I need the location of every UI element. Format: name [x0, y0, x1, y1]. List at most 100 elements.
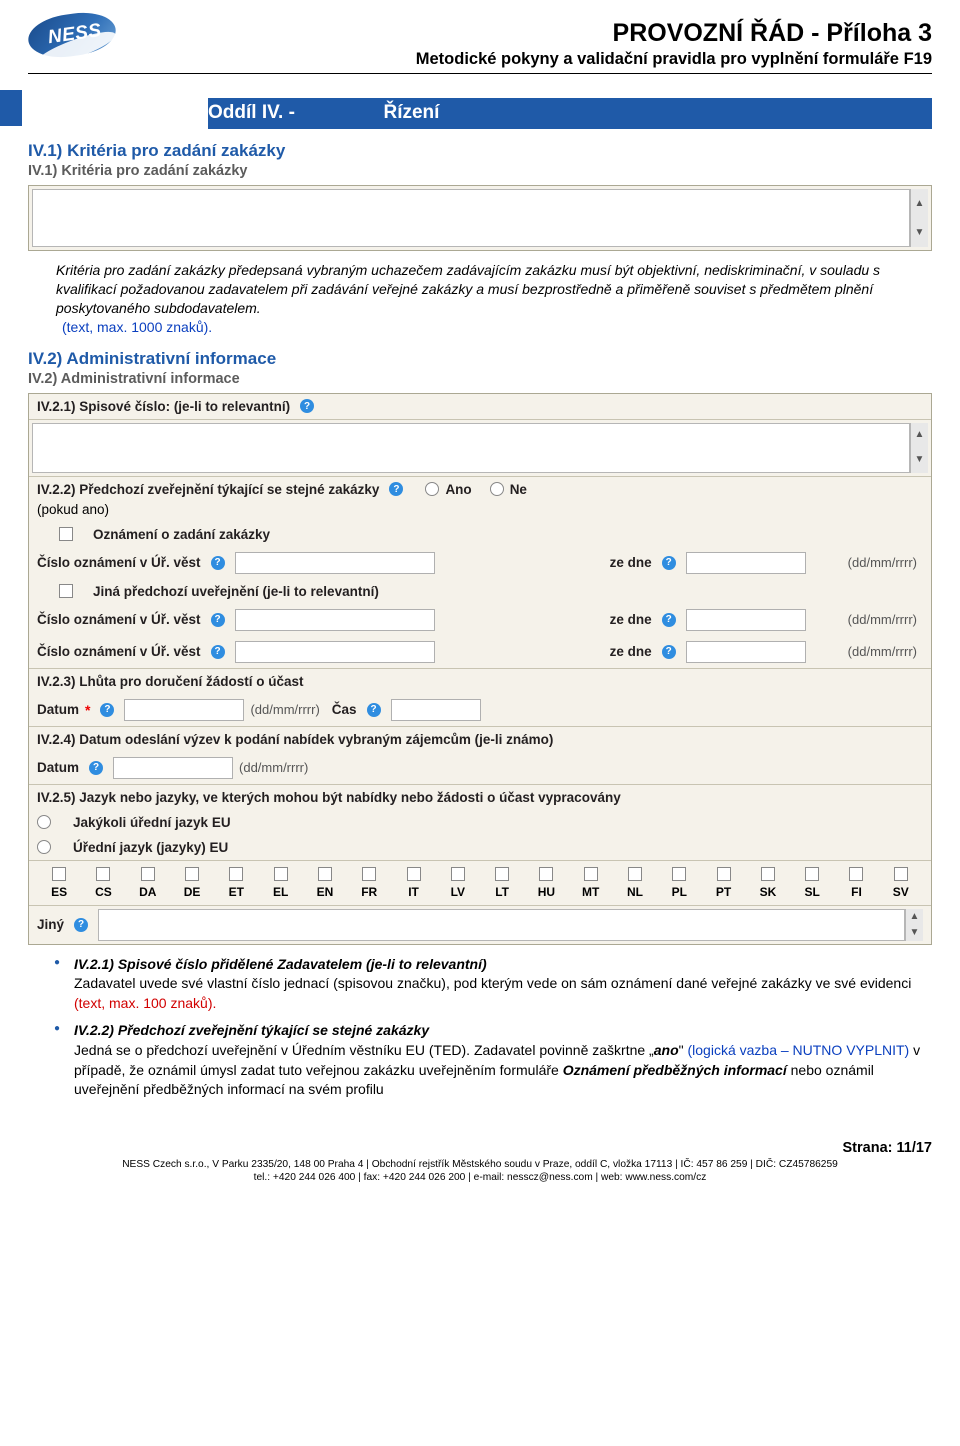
help-icon[interactable]: ?	[662, 645, 676, 659]
lang-cell-lt: LT	[480, 867, 524, 899]
help-icon[interactable]: ?	[100, 703, 114, 717]
lang-label: NL	[627, 885, 643, 899]
lang-chk-it[interactable]	[407, 867, 421, 881]
hint-ddmm5: (dd/mm/rrrr)	[239, 760, 308, 775]
lang-cell-en: EN	[303, 867, 347, 899]
lbl-datum1: Datum	[37, 702, 79, 717]
lbl-iv224: IV.2.4) Datum odeslání výzev k podání na…	[37, 732, 553, 747]
help-icon[interactable]: ?	[211, 613, 225, 627]
lang-chk-el[interactable]	[274, 867, 288, 881]
lang-chk-de[interactable]	[185, 867, 199, 881]
lang-label: ES	[51, 885, 67, 899]
input-datum2[interactable]	[113, 757, 233, 779]
lang-label: SV	[893, 885, 909, 899]
lbl-zedne2: ze dne	[610, 612, 652, 627]
lang-cell-hu: HU	[524, 867, 568, 899]
help-icon[interactable]: ?	[211, 645, 225, 659]
lang-chk-lt[interactable]	[495, 867, 509, 881]
help-icon[interactable]: ?	[89, 761, 103, 775]
lang-chk-da[interactable]	[141, 867, 155, 881]
iv1-textarea[interactable]	[32, 189, 910, 247]
scroll-down-icon[interactable]: ▼	[911, 218, 928, 247]
lang-label: ET	[229, 885, 244, 899]
input-zedne1[interactable]	[686, 552, 806, 574]
help-icon[interactable]: ?	[389, 482, 403, 496]
chk-jina[interactable]	[59, 584, 73, 598]
help-icon[interactable]: ?	[74, 918, 88, 932]
grey-iv1: IV.1) Kritéria pro zadání zakázky	[28, 163, 932, 179]
lang-cell-el: EL	[258, 867, 302, 899]
lang-chk-pl[interactable]	[672, 867, 686, 881]
lang-chk-mt[interactable]	[584, 867, 598, 881]
banner-right: Řízení	[383, 102, 439, 123]
header-title: PROVOZNÍ ŘÁD - Příloha 3	[28, 18, 932, 48]
scroll-up-icon[interactable]: ▲	[906, 909, 923, 925]
lang-cell-pl: PL	[657, 867, 701, 899]
banner-left: Oddíl IV. -	[208, 102, 295, 123]
chk-ozn[interactable]	[59, 527, 73, 541]
lang-chk-sl[interactable]	[805, 867, 819, 881]
lang-label: LV	[451, 885, 465, 899]
input-cislo1[interactable]	[235, 552, 435, 574]
scroll-up-icon[interactable]: ▲	[911, 423, 928, 448]
lbl-iv221: IV.2.1) Spisové číslo: (je-li to relevan…	[37, 399, 290, 414]
scroll-down-icon[interactable]: ▼	[906, 925, 923, 941]
lang-label: SL	[805, 885, 820, 899]
lang-chk-hu[interactable]	[539, 867, 553, 881]
lang-cell-lv: LV	[436, 867, 480, 899]
lang-label: MT	[582, 885, 599, 899]
lang-chk-es[interactable]	[52, 867, 66, 881]
lang-chk-fi[interactable]	[849, 867, 863, 881]
lang-label: IT	[408, 885, 419, 899]
input-cislo2[interactable]	[235, 609, 435, 631]
lang-chk-nl[interactable]	[628, 867, 642, 881]
lbl-iv225: IV.2.5) Jazyk nebo jazyky, ve kterých mo…	[37, 790, 621, 805]
help-icon[interactable]: ?	[211, 556, 225, 570]
lang-chk-lv[interactable]	[451, 867, 465, 881]
lang-chk-sv[interactable]	[894, 867, 908, 881]
radio-lang-eu[interactable]	[37, 840, 51, 854]
radio-ano[interactable]	[425, 482, 439, 496]
help-icon[interactable]: ?	[662, 556, 676, 570]
input-zedne3[interactable]	[686, 641, 806, 663]
iv221-textarea[interactable]	[32, 423, 910, 473]
lang-chk-en[interactable]	[318, 867, 332, 881]
scroll-down-icon[interactable]: ▼	[911, 448, 928, 473]
lang-chk-sk[interactable]	[761, 867, 775, 881]
help-icon[interactable]: ?	[300, 399, 314, 413]
lang-chk-pt[interactable]	[717, 867, 731, 881]
lang-cell-nl: NL	[613, 867, 657, 899]
lbl-datum2: Datum	[37, 760, 79, 775]
jiny-textarea[interactable]	[98, 909, 905, 941]
lbl-cislo3: Číslo oznámení v Úř. věst	[37, 644, 201, 659]
iv1-description: Kritéria pro zadání zakázky předepsaná v…	[56, 261, 904, 337]
help-icon[interactable]: ?	[662, 613, 676, 627]
radio-lang-any[interactable]	[37, 815, 51, 829]
iv2-form: IV.2.1) Spisové číslo: (je-li to relevan…	[28, 393, 932, 945]
lang-cell-mt: MT	[569, 867, 613, 899]
lang-label: DE	[184, 885, 201, 899]
help-icon[interactable]: ?	[367, 703, 381, 717]
lang-cell-de: DE	[170, 867, 214, 899]
scroll-up-icon[interactable]: ▲	[911, 189, 928, 218]
lang-cell-sl: SL	[790, 867, 834, 899]
lang-chk-fr[interactable]	[362, 867, 376, 881]
input-cislo3[interactable]	[235, 641, 435, 663]
lang-cell-it: IT	[391, 867, 435, 899]
input-datum1[interactable]	[124, 699, 244, 721]
lang-label: EL	[273, 885, 288, 899]
note-red: (text, max. 100 znaků).	[74, 995, 216, 1011]
lang-chk-et[interactable]	[229, 867, 243, 881]
lang-label: CS	[95, 885, 112, 899]
input-cas[interactable]	[391, 699, 481, 721]
lang-chk-cs[interactable]	[96, 867, 110, 881]
lang-cell-fi: FI	[834, 867, 878, 899]
hint-ddmm1: (dd/mm/rrrr)	[848, 555, 917, 570]
radio-ne[interactable]	[490, 482, 504, 496]
logic-note: (logická vazba – NUTNO VYPLNIT)	[687, 1042, 909, 1058]
lang-cell-es: ES	[37, 867, 81, 899]
section-banner: Oddíl IV. - Řízení	[28, 98, 932, 129]
logo: NESS	[28, 14, 114, 62]
lbl-lang-any: Jakýkoli úřední jazyk EU	[73, 815, 231, 830]
input-zedne2[interactable]	[686, 609, 806, 631]
